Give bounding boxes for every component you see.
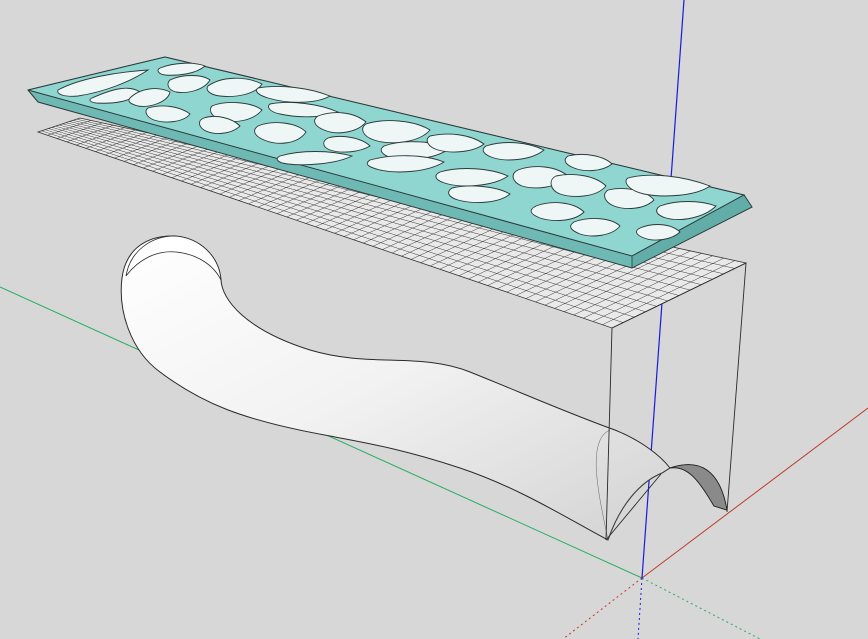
scene-canvas[interactable] xyxy=(0,0,868,639)
3d-viewport[interactable] xyxy=(0,0,868,639)
